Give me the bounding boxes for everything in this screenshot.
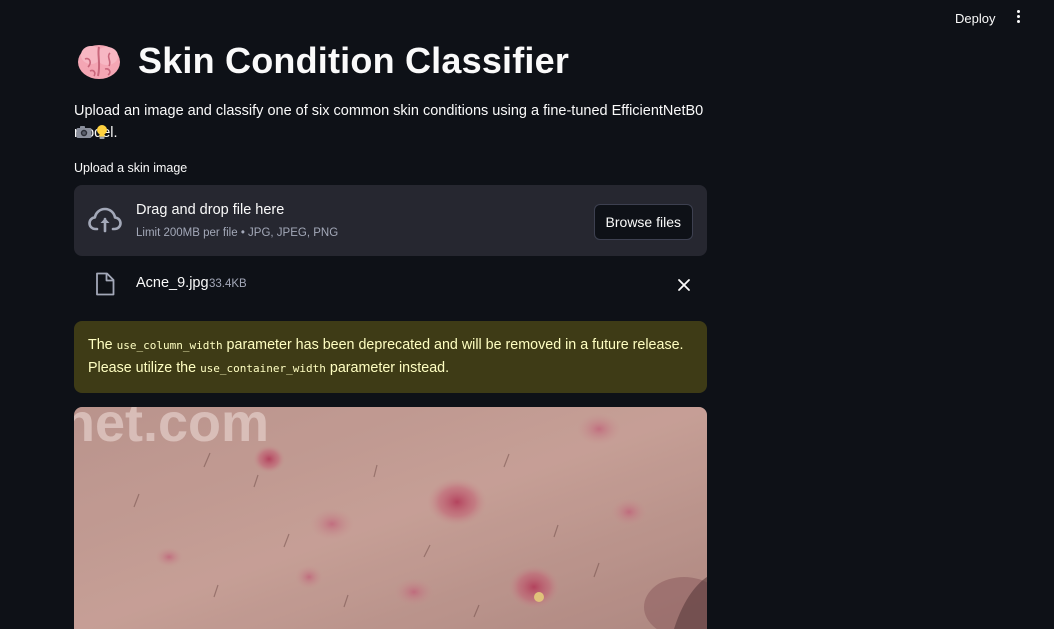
- browse-files-button[interactable]: Browse files: [593, 204, 693, 240]
- warning-code-1: use_column_width: [116, 339, 223, 352]
- page-description: Upload an image and classify one of six …: [74, 103, 704, 141]
- skin-image-preview: net.com: [74, 407, 707, 629]
- camera-icon: [76, 126, 92, 138]
- app-toolbar: Deploy: [0, 0, 1054, 38]
- warning-code-2: use_container_width: [200, 362, 326, 375]
- page-title: Skin Condition Classifier: [138, 40, 570, 81]
- brain-icon: [78, 45, 120, 79]
- warning-text-1: The: [88, 337, 117, 353]
- uploaded-file-size: 33.4KB: [209, 278, 247, 290]
- main-menu-button[interactable]: [1012, 10, 1024, 28]
- file-dropzone[interactable]: Drag and drop file here Limit 200MB per …: [74, 185, 707, 256]
- deprecation-warning: The use_column_width parameter has been …: [74, 321, 707, 393]
- vertical-dots-icon: [1012, 10, 1024, 23]
- warning-text-3: parameter instead.: [325, 360, 450, 376]
- uploaded-file-name: Acne_9.jpg: [136, 275, 209, 291]
- dropzone-limit: Limit 200MB per file • JPG, JPEG, PNG: [136, 227, 339, 239]
- description-emojis: [76, 122, 108, 142]
- cloud-upload-icon: [88, 207, 122, 233]
- uploader-label: Upload a skin image: [74, 161, 188, 175]
- lightbulb-icon: [97, 125, 107, 139]
- uploaded-file-row: Acne_9.jpg 33.4KB: [74, 268, 707, 302]
- watermark-text: net.com: [74, 407, 269, 453]
- page-header: Skin Condition Classifier: [76, 38, 569, 84]
- deploy-button[interactable]: Deploy: [945, 8, 1005, 30]
- close-icon[interactable]: [677, 278, 691, 292]
- uploaded-skin-image: net.com: [74, 407, 707, 629]
- dropzone-instruction: Drag and drop file here: [136, 202, 285, 218]
- file-icon: [96, 272, 115, 296]
